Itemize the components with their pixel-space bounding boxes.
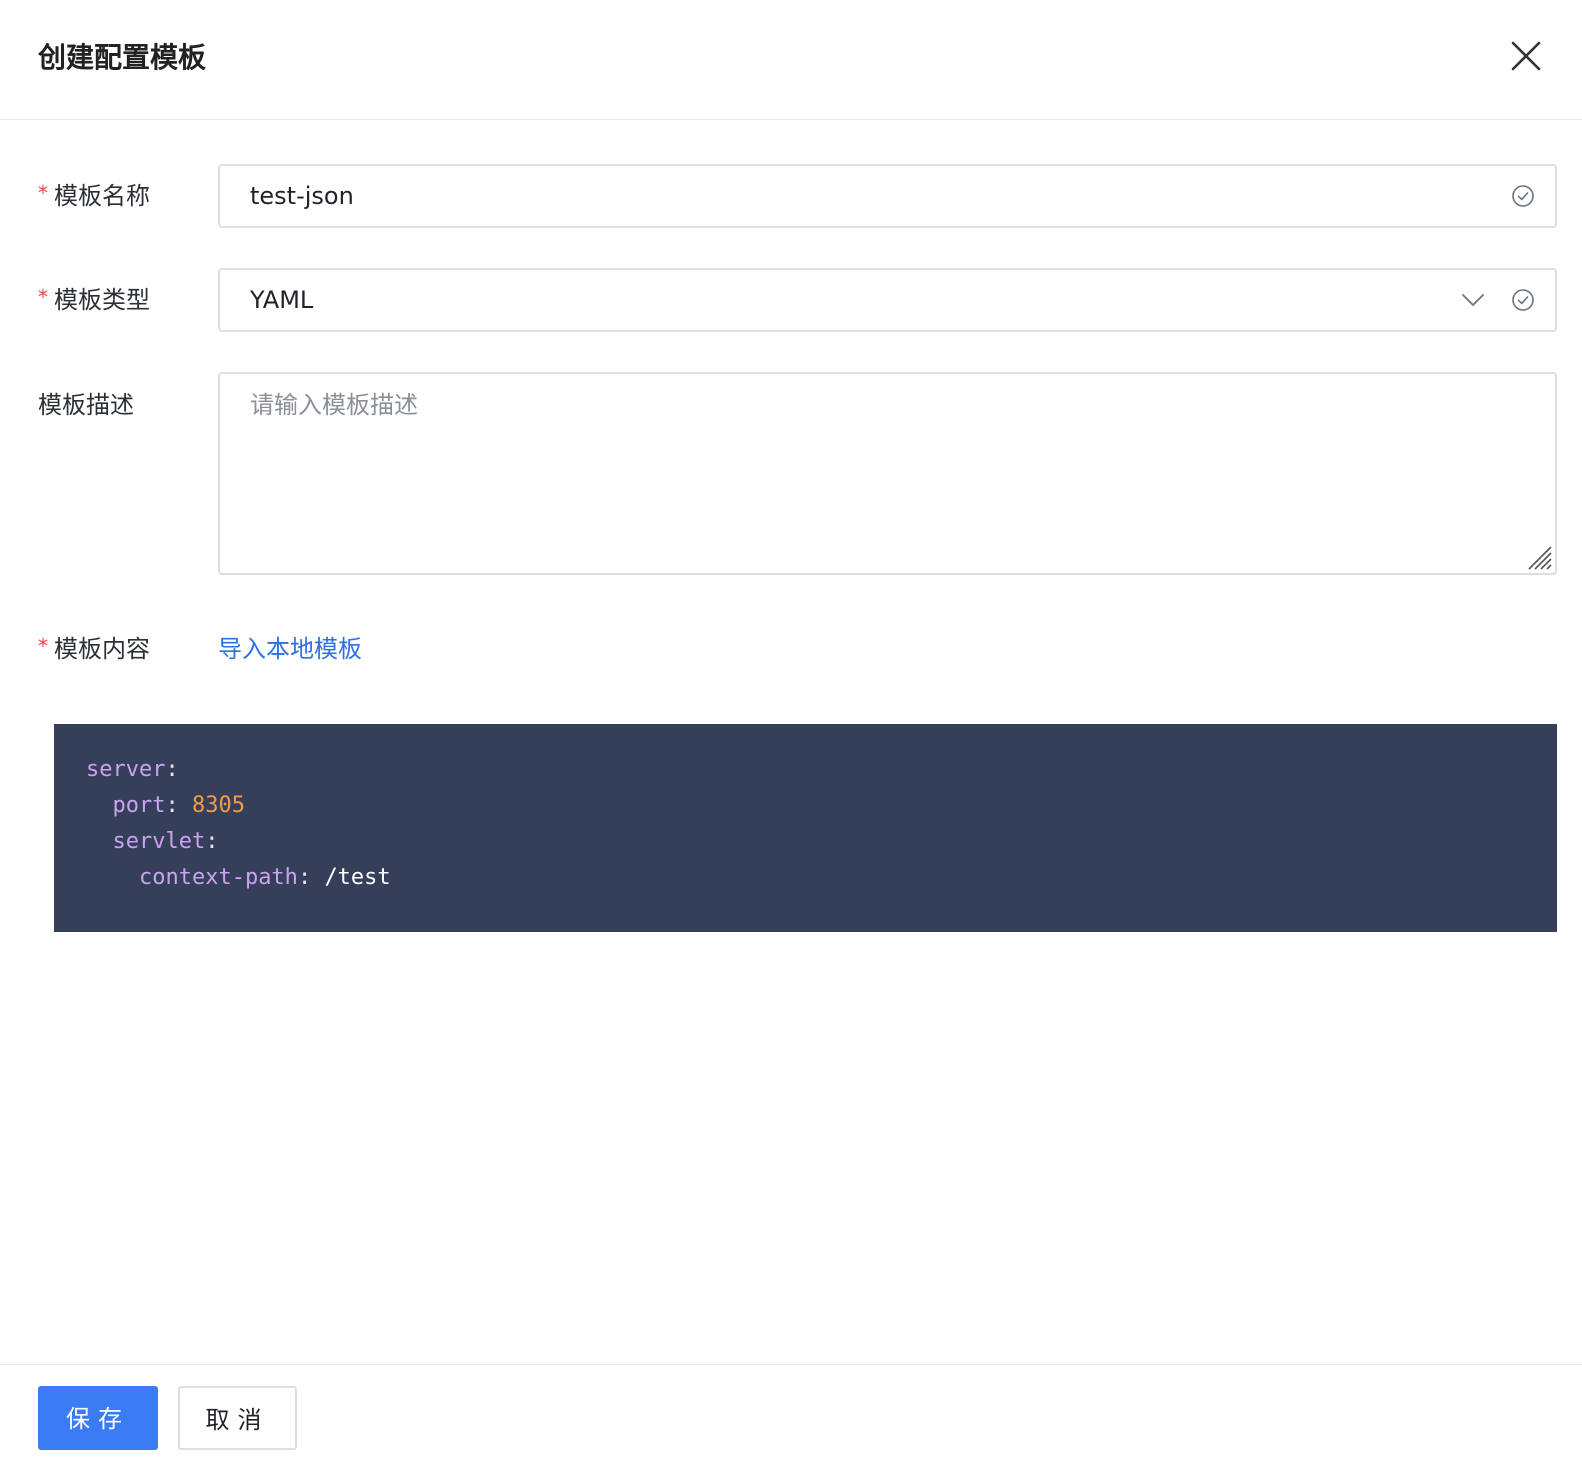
close-icon[interactable] (1508, 38, 1544, 74)
description-label: 模板描述 (38, 391, 134, 419)
code-line: context-path: /test (138, 865, 391, 890)
required-mark: * (38, 181, 48, 205)
name-input[interactable]: test-json (218, 164, 1557, 228)
name-input-value: test-json (250, 182, 354, 210)
code-line: servlet: (112, 829, 219, 854)
save-button[interactable]: 保存 (38, 1386, 158, 1450)
form-row-type: * 模板类型 YAML (0, 268, 1582, 332)
resize-handle-icon[interactable] (1525, 543, 1553, 571)
type-select[interactable]: YAML (218, 268, 1557, 332)
form-row-name: * 模板名称 test-json (0, 164, 1582, 228)
check-circle-icon (1511, 288, 1535, 312)
name-label-text: 模板名称 (54, 182, 150, 210)
type-label: * 模板类型 (38, 283, 150, 318)
type-label-text: 模板类型 (54, 286, 150, 314)
required-mark: * (38, 634, 48, 658)
code-line: server: (86, 757, 179, 782)
dialog-header: 创建配置模板 (0, 0, 1582, 120)
name-label: * 模板名称 (38, 179, 150, 214)
required-mark: * (38, 285, 48, 309)
description-textarea[interactable]: 请输入模板描述 (218, 372, 1557, 575)
content-label-text: 模板内容 (54, 635, 150, 663)
form-row-description: 模板描述 请输入模板描述 (0, 372, 1582, 575)
code-line: port: 8305 (112, 793, 245, 818)
template-content-editor[interactable]: server: port: 8305 servlet: context-path… (54, 724, 1557, 932)
cancel-button[interactable]: 取消 (178, 1386, 297, 1450)
import-local-template-link[interactable]: 导入本地模板 (218, 632, 362, 666)
dialog-title: 创建配置模板 (38, 41, 207, 74)
form-row-content: * 模板内容 导入本地模板 (0, 632, 1582, 666)
type-select-value: YAML (250, 286, 314, 314)
dialog-footer: 保存 取消 (0, 1364, 1582, 1461)
create-config-template-dialog: 创建配置模板 * 模板名称 test-json * 模板类型 YAML 模板描述… (0, 0, 1582, 1461)
content-label: * 模板内容 (38, 632, 150, 667)
description-placeholder: 请输入模板描述 (250, 391, 418, 419)
check-circle-icon (1511, 184, 1535, 208)
chevron-down-icon[interactable] (1461, 290, 1485, 310)
